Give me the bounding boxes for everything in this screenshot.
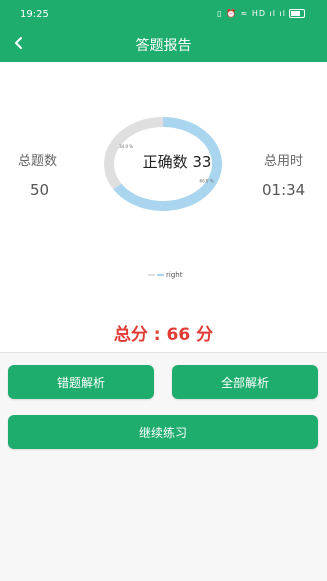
chart-center-label: 正确数 33 [142,153,212,171]
status-icons: ▯ ⏰ ≈ HD ıl ıl [217,9,305,18]
total-time-value: 01:34 [262,181,306,199]
all-analysis-button[interactable]: 全部解析 [172,365,318,399]
legend-swatch-right [157,274,164,276]
chart-legend: right [148,271,182,279]
status-time: 19:25 [20,9,49,20]
page-title: 答题报告 [135,38,192,54]
total-time-label: 总用时 [264,154,304,169]
app-header: 19:25 ▯ ⏰ ≈ HD ıl ıl 答题报告 [0,0,327,62]
divider [0,352,327,353]
donut-slice-label-right: 66.0 % [200,179,214,184]
legend-label-right: right [166,271,183,279]
battery-icon [289,9,305,18]
total-questions-value: 50 [30,181,50,199]
status-icons-text: ▯ ⏰ ≈ HD ıl ıl [217,9,286,18]
report-card: 总题数 50 总用时 01:34 66.0 % 34.0 % 正确数 33 rig… [0,62,327,352]
legend-swatch-wrong [148,274,155,276]
total-questions-label: 总题数 [18,154,58,169]
total-score: 总分 : 66 分 [113,325,214,345]
continue-practice-button[interactable]: 继续练习 [8,415,318,449]
donut-slice-label-wrong: 34.0 % [119,144,133,149]
wrong-analysis-button[interactable]: 错题解析 [8,365,154,399]
